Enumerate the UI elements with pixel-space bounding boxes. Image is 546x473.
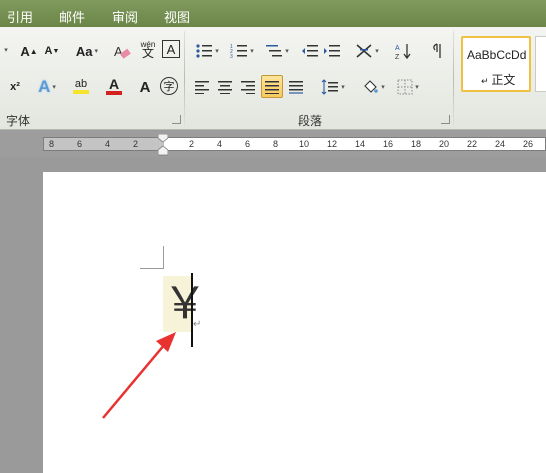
annotation-arrow-icon xyxy=(102,332,176,419)
